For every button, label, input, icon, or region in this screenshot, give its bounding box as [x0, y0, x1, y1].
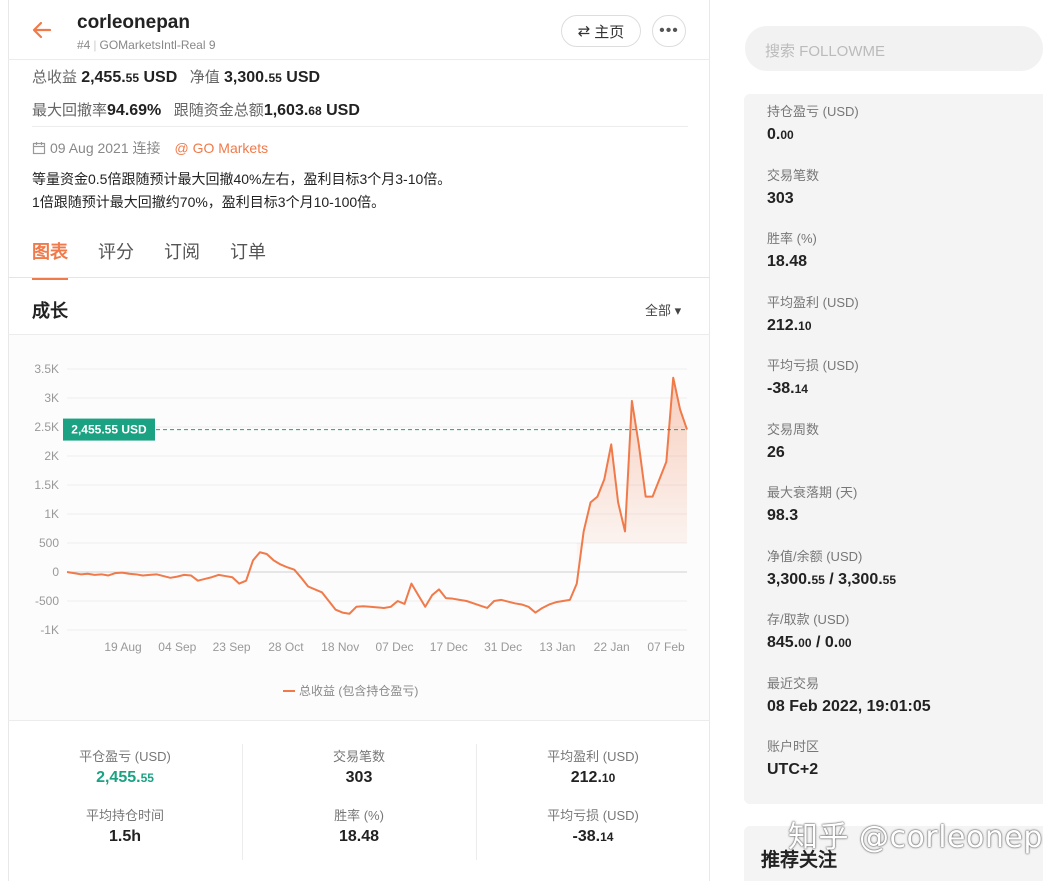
avg-profit-stat: 平均盈利 (USD) 212.10 [547, 749, 639, 786]
growth-chart-svg: 3.5K 3K 2.5K 2K 1.5K 1K 500 0 -500 -1K 19 Aug 04 Se… [34, 362, 688, 654]
win-rate-stat: 胜率 (%) 18.48 [334, 808, 384, 845]
more-button[interactable]: ••• [652, 15, 686, 47]
stat-value: 26 [767, 443, 785, 461]
y-tick-label: 3.5K [34, 362, 59, 376]
stat-value: UTC+2 [767, 761, 819, 778]
follow-funds-value: 1,603.68 USD [263, 102, 360, 119]
equity-label: 净值 [189, 69, 220, 86]
avg-hold-time-stat: 平均持仓时间 1.5h [85, 808, 164, 845]
stat-label: 存/取款 (USD) [767, 612, 850, 627]
swap-icon: ⇄ [577, 23, 591, 40]
avg-loss-stat: 平均亏损 (USD) -38.14 [547, 808, 639, 845]
divider [8, 59, 710, 60]
x-tick-label: 28 Oct [268, 640, 304, 654]
description-line-1: 等量资金0.5倍跟随预计最大回撤40%左右，盈利目标3个月3-10倍。 [32, 171, 452, 187]
stat-label: 持仓盈亏 (USD) [767, 104, 859, 119]
broker-link[interactable]: @ GO Markets [175, 140, 269, 156]
stat-label: 胜率 (%) [767, 231, 817, 246]
x-tick-label: 17 Dec [430, 640, 468, 654]
y-tick-label: 1K [44, 507, 59, 521]
range-filter-dropdown[interactable]: 全部 ▾ [645, 300, 681, 319]
divider [8, 277, 710, 278]
total-profit-value: 2,455.55 USD [81, 69, 178, 86]
growth-chart: 3.5K 3K 2.5K 2K 1.5K 1K 500 0 -500 -1K 19 Aug 04 Se… [9, 335, 709, 720]
total-profit-label: 总收益 [32, 69, 78, 86]
y-tick-label: 2K [44, 449, 59, 463]
x-tick-label: 22 Jan [594, 640, 630, 654]
tab-bar: 图表 评分 订阅 订单 [32, 238, 266, 280]
series-line [66, 376, 688, 615]
x-tick-label: 07 Dec [375, 640, 413, 654]
connection-date: 09 Aug 2021 连接 [50, 140, 161, 156]
stat-value: 08 Feb 2022, 19:01:05 [767, 697, 931, 715]
stat-value: 98.3 [767, 507, 799, 524]
tab-subscribe[interactable]: 订阅 [164, 238, 200, 280]
y-tick-label: 2.5K [34, 420, 59, 434]
x-tick-label: 31 Dec [484, 640, 522, 654]
stat-label: 平均盈利 (USD) [767, 294, 859, 310]
trade-count-stat: 交易笔数 303 [332, 749, 385, 786]
calendar-icon [32, 142, 46, 155]
divider [32, 126, 688, 127]
y-tick-label: 3K [44, 391, 59, 405]
stat-value: 0.00 [767, 126, 794, 143]
max-drawdown-value: 94.69% [107, 102, 162, 119]
back-arrow-icon[interactable] [30, 18, 54, 42]
stat-label: 交易周数 [767, 421, 820, 437]
current-value-label: 2,455.55 USD [71, 423, 147, 437]
stat-value: 303 [767, 189, 794, 207]
x-tick-label: 07 Feb [647, 640, 685, 654]
stat-value: 845.00 / 0.00 [767, 634, 852, 651]
stat-label: 账户时区 [767, 739, 820, 754]
legend-swatch [283, 689, 295, 692]
connection-info: 09 Aug 2021 连接 @ GO Markets [32, 138, 268, 158]
closed-pnl-stat: 平仓盈亏 (USD) 2,455.55 [79, 749, 171, 786]
home-button[interactable]: ⇄ 主页 [561, 15, 641, 47]
search-input[interactable]: 搜索 FOLLOWME [745, 26, 1043, 71]
stat-value: 3,300.55 / 3,300.55 [767, 570, 897, 588]
tab-orders[interactable]: 订单 [230, 238, 266, 280]
x-tick-label: 04 Sep [158, 640, 196, 654]
watermark: 知乎 @corleonepan [788, 820, 1043, 855]
home-button-label: 主页 [594, 23, 625, 41]
stat-value: 18.48 [767, 253, 808, 270]
summary-row-2: 最大回撤率94.69% 跟随资金总额1,603.68 USD [32, 99, 360, 120]
x-tick-label: 18 Nov [321, 640, 359, 654]
username: corleonepan [77, 12, 190, 33]
rank-badge: #4 [77, 38, 91, 52]
max-drawdown-label: 最大回撤率 [32, 102, 108, 119]
y-tick-label: 1.5K [34, 478, 59, 492]
follow-funds-label: 跟随资金总额 [173, 102, 264, 119]
stat-label: 交易笔数 [767, 167, 820, 183]
stat-value: 212.10 [767, 316, 812, 334]
tab-rating[interactable]: 评分 [98, 238, 134, 280]
equity-value: 3,300.55 USD [223, 69, 321, 86]
chart-legend[interactable]: 总收益 (包含持仓盈亏) [283, 682, 418, 699]
y-tick-label: -1K [40, 623, 59, 637]
legend-label: 总收益 (包含持仓盈亏) [299, 684, 419, 698]
account-info: #4 | GOMarketsIntl-Real 9 [77, 38, 216, 52]
x-tick-label: 23 Sep [213, 640, 251, 654]
summary-row-1: 总收益 2,455.55 USD 净值 3,300.55 USD [32, 66, 320, 87]
stat-label: 最近交易 [767, 675, 820, 691]
stat-label: 平均亏损 (USD) [767, 358, 859, 373]
x-tick-label: 19 Aug [104, 640, 141, 654]
x-tick-label: 13 Jan [539, 640, 575, 654]
tab-chart[interactable]: 图表 [32, 238, 68, 280]
more-icon: ••• [659, 22, 679, 39]
y-tick-label: -500 [35, 594, 59, 608]
stat-value: -38.14 [767, 380, 808, 397]
description-line-2: 1倍跟随预计最大回撤约70%，盈利目标3个月10-100倍。 [32, 194, 386, 210]
divider [8, 720, 710, 721]
y-tick-label: 0 [52, 565, 59, 579]
y-tick-label: 500 [39, 536, 59, 550]
stat-label: 最大衰落期 (天) [767, 485, 858, 500]
growth-title: 成长 [32, 301, 68, 321]
account-name: GOMarketsIntl-Real 9 [99, 38, 216, 52]
stat-label: 净值/余额 (USD) [767, 548, 863, 564]
